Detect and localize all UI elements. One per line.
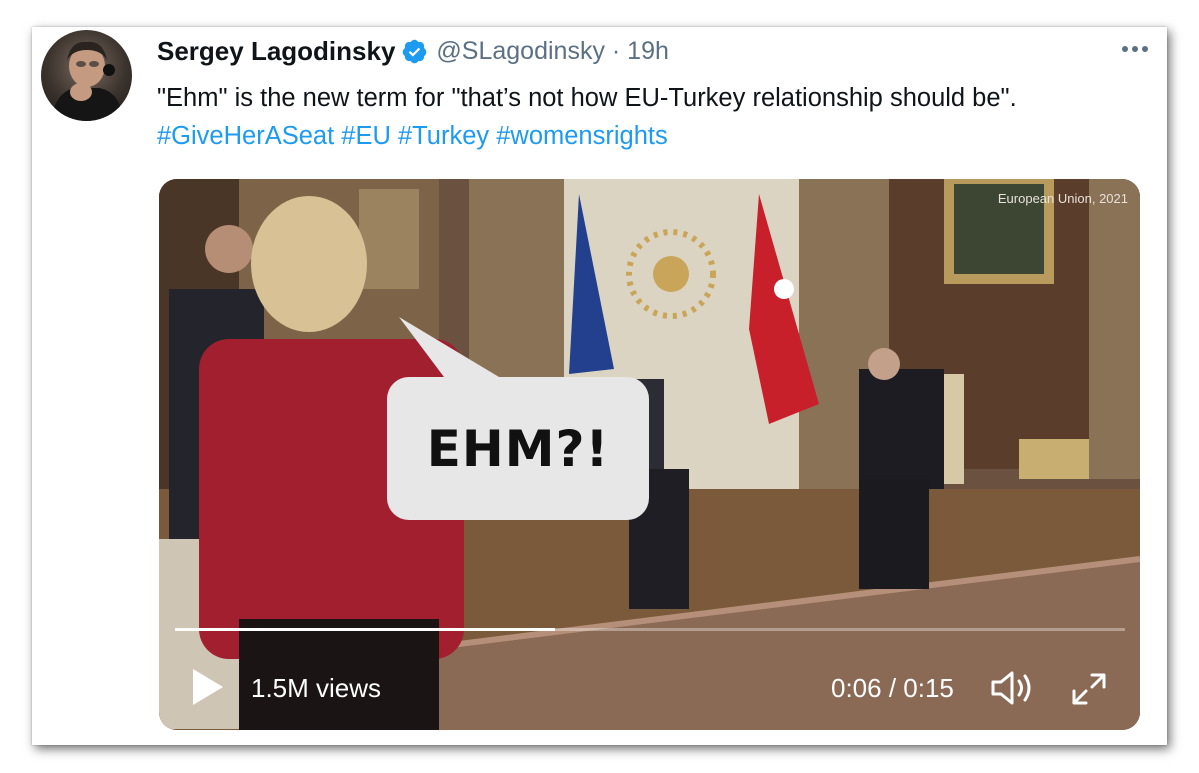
more-options-icon[interactable]	[1117, 37, 1153, 61]
hashtag-link[interactable]: #GiveHerASeat	[157, 122, 334, 150]
fullscreen-icon[interactable]	[1068, 669, 1110, 709]
video-player[interactable]: European Union, 2021 EHM?! 1.5M views 0:…	[159, 179, 1140, 730]
hashtag-link[interactable]: #Turkey	[398, 122, 489, 150]
hashtag-link[interactable]: #womensrights	[496, 122, 668, 150]
speech-bubble-text: EHM?!	[426, 419, 610, 478]
author-handle-and-time[interactable]: @SLagodinsky · 19h	[436, 37, 668, 66]
author-name[interactable]: Sergey Lagodinsky	[157, 36, 395, 67]
view-count: 1.5M views	[251, 673, 382, 703]
video-progress-fill	[175, 628, 555, 631]
tweet-card[interactable]: Sergey Lagodinsky @SLagodinsky · 19h "Eh…	[32, 27, 1167, 745]
tweet-text: "Ehm" is the new term for "that’s not ho…	[157, 79, 1137, 155]
play-icon[interactable]	[187, 665, 227, 709]
video-frame	[159, 179, 1140, 730]
volume-icon[interactable]	[989, 667, 1037, 709]
verified-badge-icon	[403, 39, 427, 63]
avatar[interactable]	[41, 30, 132, 121]
hashtag-link[interactable]: #EU	[341, 122, 391, 150]
video-watermark: European Union, 2021	[997, 191, 1128, 206]
video-progress-bar[interactable]	[175, 628, 1125, 631]
tweet-text-body: "Ehm" is the new term for "that’s not ho…	[157, 84, 1017, 112]
speech-bubble: EHM?!	[387, 377, 649, 520]
avatar-image	[51, 41, 123, 121]
video-time: 0:06 / 0:15	[831, 673, 954, 703]
tweet-header: Sergey Lagodinsky @SLagodinsky · 19h	[157, 33, 669, 69]
